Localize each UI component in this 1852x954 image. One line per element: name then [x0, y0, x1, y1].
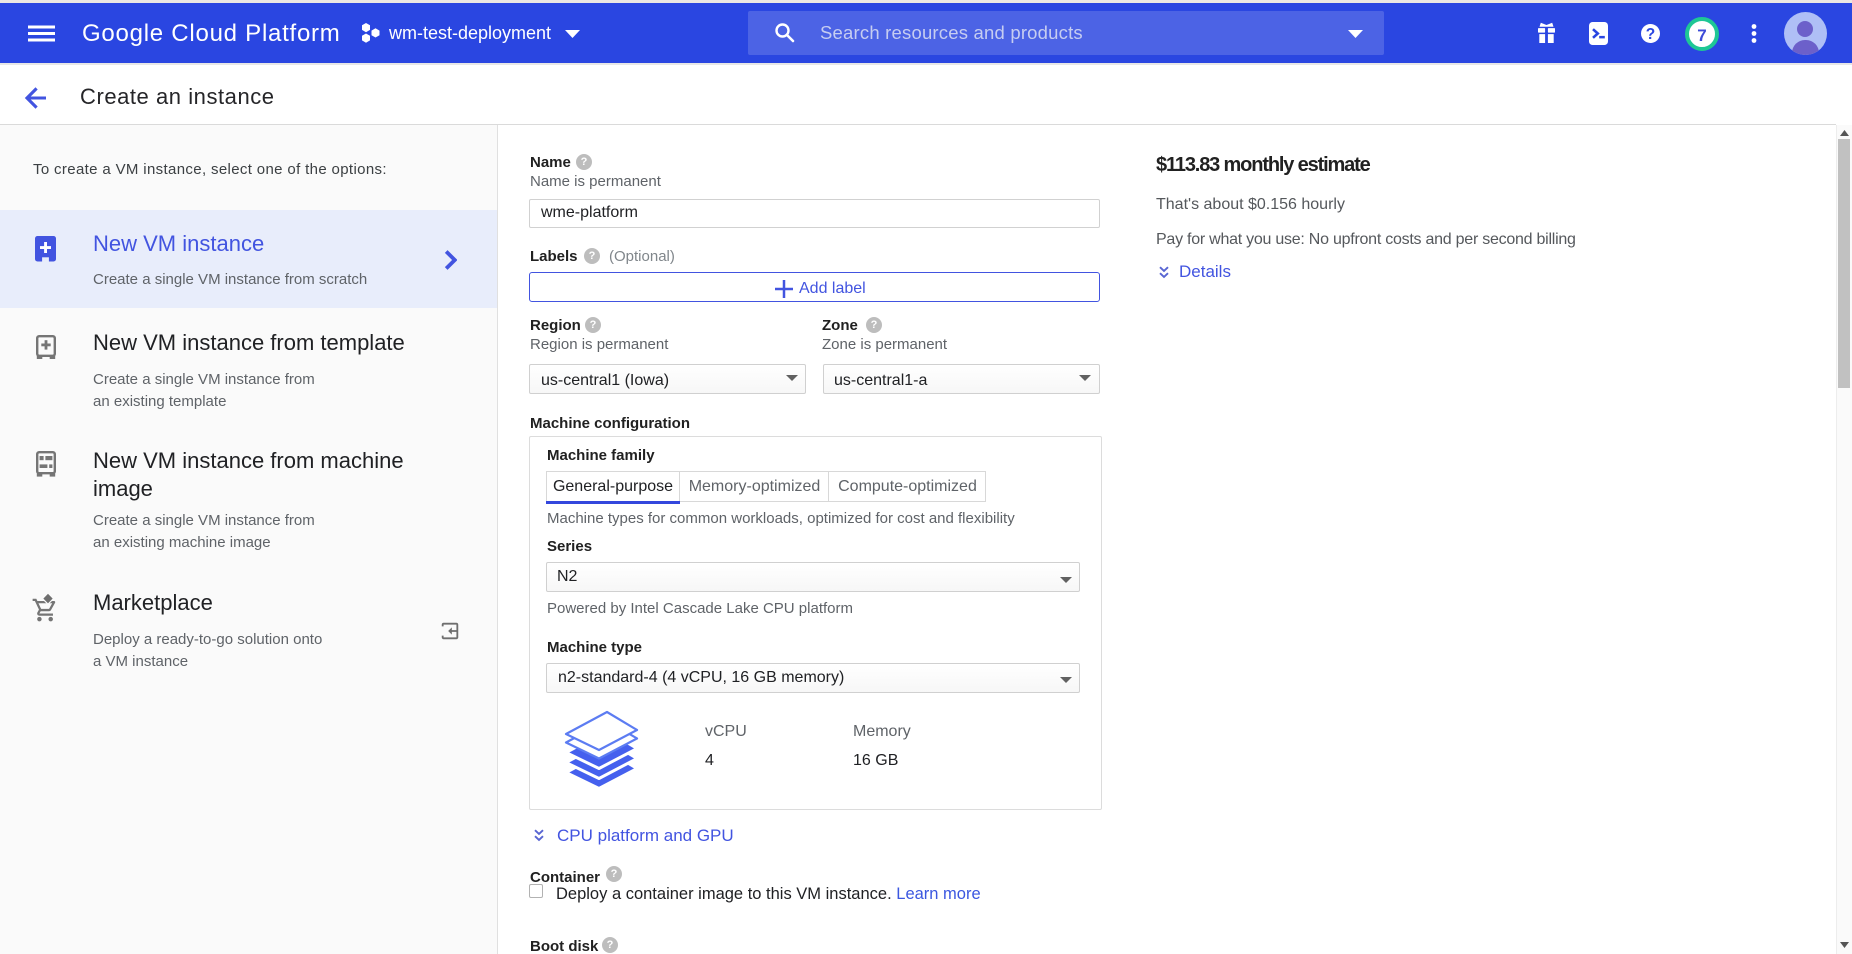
- svg-text:?: ?: [1646, 26, 1655, 43]
